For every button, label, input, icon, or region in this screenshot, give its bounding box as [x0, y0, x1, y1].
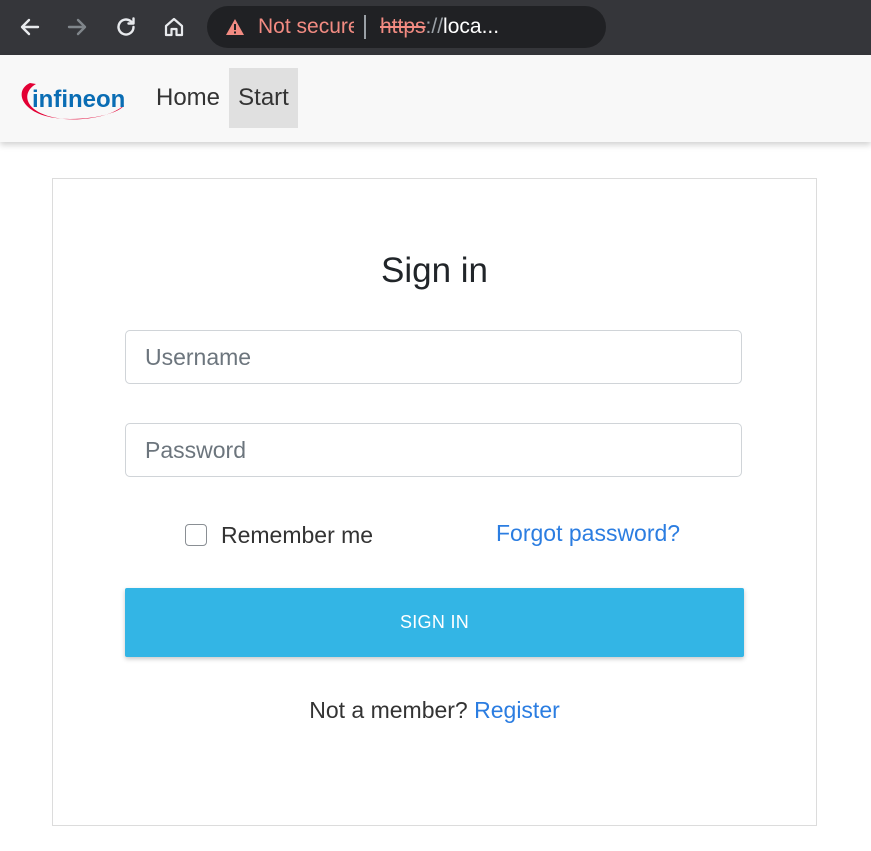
- browser-toolbar: Not secure https://loca...: [0, 0, 871, 55]
- url-scheme-separator: ://: [425, 15, 444, 38]
- nav-start-link[interactable]: Start: [229, 68, 298, 128]
- nav-home-link[interactable]: Home: [148, 68, 228, 128]
- url-host: loca...: [443, 15, 500, 38]
- warning-icon: [226, 19, 244, 35]
- infineon-logo[interactable]: infineon: [18, 75, 126, 125]
- password-input[interactable]: [125, 423, 742, 477]
- remember-checkbox[interactable]: [185, 524, 207, 546]
- reload-icon[interactable]: [109, 10, 143, 44]
- security-status: Not secure: [258, 15, 354, 38]
- member-text: Not a member?: [309, 697, 468, 723]
- register-link[interactable]: Register: [474, 697, 560, 723]
- signin-card: Sign in Remember me Forgot password? SIG…: [52, 178, 817, 826]
- url-text[interactable]: https://loca...: [380, 15, 499, 39]
- forward-icon[interactable]: [60, 10, 94, 44]
- home-icon[interactable]: [157, 10, 191, 44]
- page-title: Sign in: [380, 251, 489, 290]
- remember-label[interactable]: Remember me: [221, 522, 373, 549]
- remember-me: Remember me: [185, 522, 373, 548]
- back-icon[interactable]: [13, 10, 47, 44]
- address-bar[interactable]: Not secure https://loca...: [207, 6, 606, 48]
- url-divider: [364, 15, 366, 39]
- forgot-password-link[interactable]: Forgot password?: [496, 520, 680, 547]
- signin-button[interactable]: SIGN IN: [125, 588, 744, 657]
- register-prompt: Not a member? Register: [53, 697, 816, 724]
- username-input[interactable]: [125, 330, 742, 384]
- url-scheme: https: [380, 15, 426, 38]
- app-navbar: infineon Home Start: [0, 55, 871, 142]
- logo-wordmark: infineon: [32, 86, 125, 113]
